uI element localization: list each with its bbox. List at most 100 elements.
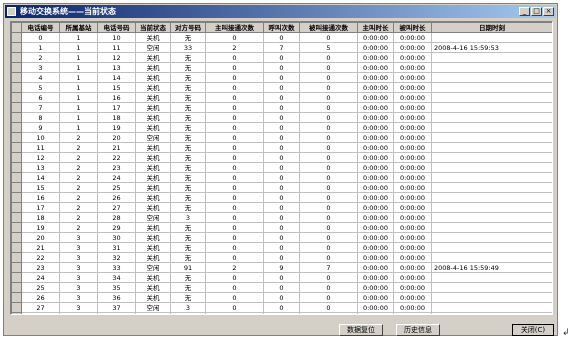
table-row[interactable]: 28338关机无0000:00:000:00:00 <box>11 312 552 314</box>
table-cell: 关机 <box>135 182 171 193</box>
table-row[interactable]: 10 2 20 空闲无 0 0 0 0:00:00 0:00:00 <box>11 132 552 143</box>
table-cell: 7 <box>263 42 300 53</box>
minimize-button[interactable]: _ <box>519 7 530 16</box>
row-selector[interactable] <box>11 52 22 63</box>
table-cell: 0:00:00 <box>393 92 432 103</box>
table-row[interactable]: 20 3 30 关机无 0 0 0 0:00:00 0:00:00 <box>11 232 552 243</box>
column-header[interactable]: 电话编号 <box>21 22 60 33</box>
row-selector[interactable] <box>11 292 22 303</box>
table-row[interactable]: 2 1 12 关机无 0 0 0 0:00:00 0:00:00 <box>11 52 552 63</box>
table-cell: 0:00:00 <box>393 232 432 243</box>
table-cell: 0:00:00 <box>357 52 394 63</box>
table-row[interactable]: 19 2 29 关机无 0 0 0 0:00:00 0:00:00 <box>11 222 552 233</box>
table-row[interactable]: 11 2 21 关机无 0 0 0 0:00:00 0:00:00 <box>11 142 552 153</box>
column-header[interactable]: 所属基站 <box>59 22 98 33</box>
table-cell: 2 <box>21 52 60 63</box>
text-cursor-icon: ↲ <box>562 328 570 338</box>
table-row[interactable]: 25 3 35 关机无 0 0 0 0:00:00 0:00:00 <box>11 282 552 293</box>
table-cell: 0 <box>205 172 264 183</box>
row-selector[interactable] <box>11 182 22 193</box>
table-cell: 关机 <box>135 292 171 303</box>
maximize-button[interactable]: □ <box>531 7 542 16</box>
row-selector[interactable] <box>11 272 22 283</box>
column-header[interactable]: 被叫接通次数 <box>299 22 358 33</box>
table-row[interactable]: 7 1 17 关机无 0 0 0 0:00:00 0:00:00 <box>11 102 552 113</box>
row-selector[interactable] <box>11 172 22 183</box>
table-cell: 0 <box>299 82 358 93</box>
table-row[interactable]: 16 2 26 关机无 0 0 0 0:00:00 0:00:00 <box>11 192 552 203</box>
table-row[interactable]: 0 1 10 关机无 0 0 0 0:00:00 0:00:00 <box>11 32 552 43</box>
row-selector[interactable] <box>11 312 22 314</box>
close-button[interactable]: 关闭(C) <box>512 324 554 336</box>
column-header[interactable]: 当前状态 <box>135 22 171 33</box>
app-icon <box>7 7 16 16</box>
row-selector[interactable] <box>11 72 22 83</box>
table-row[interactable]: 12 2 22 关机无 0 0 0 0:00:00 0:00:00 <box>11 152 552 163</box>
table-cell: 空闲 <box>135 302 171 313</box>
table-row[interactable]: 8 1 18 关机无 0 0 0 0:00:00 0:00:00 <box>11 112 552 123</box>
table-row[interactable]: 17 2 27 关机无 0 0 0 0:00:00 0:00:00 <box>11 202 552 213</box>
table-cell: 0 <box>299 252 358 263</box>
table-cell: 1 <box>59 112 98 123</box>
table-row[interactable]: 23 3 33 空闲 91 2 9 7 0:00:00 0:00:00 2008-4-16 15:5… <box>11 262 552 273</box>
table-row[interactable]: 4 1 14 关机无 0 0 0 0:00:00 0:00:00 <box>11 72 552 83</box>
table-cell: 0 <box>263 292 300 303</box>
row-selector[interactable] <box>11 282 22 293</box>
table-cell: 2 <box>205 42 264 53</box>
close-window-button[interactable]: × <box>543 7 554 16</box>
title-bar[interactable]: 移动交换系统——当前状态 _ □ × <box>5 5 556 18</box>
table-row[interactable]: 3 1 13 关机无 0 0 0 0:00:00 0:00:00 <box>11 62 552 73</box>
row-selector[interactable] <box>11 112 22 123</box>
table-row[interactable]: 14 2 24 关机无 0 0 0 0:00:00 0:00:00 <box>11 172 552 183</box>
table-row[interactable]: 26 3 36 关机无 0 0 0 0:00:00 0:00:00 <box>11 292 552 303</box>
table-cell: 16 <box>21 192 60 203</box>
row-selector[interactable] <box>11 262 22 273</box>
row-selector[interactable] <box>11 232 22 243</box>
status-grid[interactable]: 电话编号 所属基站 电话号码 当前状态 对方号码 主叫接通次数 呼叫次数 被叫接通次数 主叫时长… <box>10 21 553 315</box>
table-row[interactable]: 18 2 28 空闲 3 0 0 0 0:00:00 0:00:00 <box>11 212 552 223</box>
table-cell: 无 <box>170 272 206 283</box>
table-row[interactable]: 21 3 31 关机无 0 0 0 0:00:00 0:00:00 <box>11 242 552 253</box>
table-cell: 15 <box>97 82 136 93</box>
column-header[interactable]: 被叫时长 <box>393 22 432 33</box>
table-cell: 2 <box>205 262 264 273</box>
table-cell <box>431 282 552 293</box>
table-row[interactable]: 15 2 25 关机无 0 0 0 0:00:00 0:00:00 <box>11 182 552 193</box>
row-selector[interactable] <box>11 222 22 233</box>
table-row[interactable]: 24 3 34 关机无 0 0 0 0:00:00 0:00:00 <box>11 272 552 283</box>
row-selector[interactable] <box>11 212 22 223</box>
row-selector[interactable] <box>11 42 22 53</box>
row-selector[interactable] <box>11 302 22 313</box>
row-selector[interactable] <box>11 152 22 163</box>
table-row[interactable]: 22 3 32 关机无 0 0 0 0:00:00 0:00:00 <box>11 252 552 263</box>
table-row[interactable]: 9 1 19 关机无 0 0 0 0:00:00 0:00:00 <box>11 122 552 133</box>
column-header[interactable]: 对方号码 <box>170 22 206 33</box>
row-selector[interactable] <box>11 32 22 43</box>
table-row[interactable]: 27 3 37 空闲 3 0 0 0 0:00:00 0:00:00 <box>11 302 552 313</box>
row-selector[interactable] <box>11 62 22 73</box>
column-header[interactable]: 呼叫次数 <box>263 22 300 33</box>
column-header[interactable]: 主叫时长 <box>357 22 394 33</box>
row-selector[interactable] <box>11 162 22 173</box>
row-selector[interactable] <box>11 142 22 153</box>
table-cell: 35 <box>97 282 136 293</box>
history-info-button[interactable]: 历史信息 <box>396 324 440 336</box>
column-header[interactable]: 电话号码 <box>97 22 136 33</box>
row-selector[interactable] <box>11 92 22 103</box>
table-row[interactable]: 13 2 23 关机无 0 0 0 0:00:00 0:00:00 <box>11 162 552 173</box>
row-selector[interactable] <box>11 202 22 213</box>
table-row[interactable]: 5 1 15 关机无 0 0 0 0:00:00 0:00:00 <box>11 82 552 93</box>
column-header[interactable]: 主叫接通次数 <box>205 22 264 33</box>
column-header[interactable]: 日期时刻 <box>431 22 552 33</box>
row-selector[interactable] <box>11 102 22 113</box>
table-row[interactable]: 1 1 11 空闲 33 2 7 5 0:00:00 0:00:00 2008-4-16 15:59… <box>11 42 552 53</box>
row-selector[interactable] <box>11 82 22 93</box>
table-cell: 37 <box>97 302 136 313</box>
row-selector[interactable] <box>11 242 22 253</box>
row-selector[interactable] <box>11 122 22 133</box>
row-selector[interactable] <box>11 192 22 203</box>
row-selector[interactable] <box>11 132 22 143</box>
table-row[interactable]: 6 1 16 关机无 0 0 0 0:00:00 0:00:00 <box>11 92 552 103</box>
row-selector[interactable] <box>11 252 22 263</box>
data-reset-button[interactable]: 数据复位 <box>339 324 383 336</box>
